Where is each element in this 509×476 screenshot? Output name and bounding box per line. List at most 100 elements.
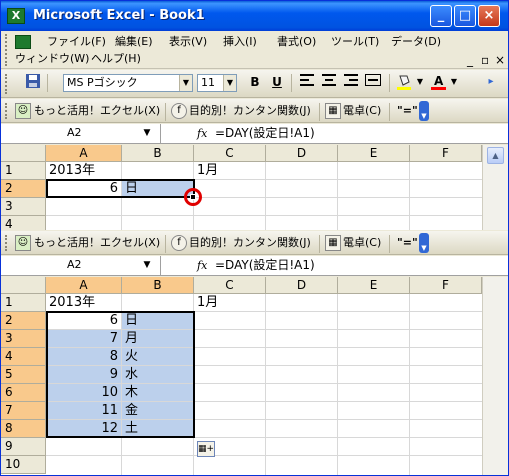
menu-help[interactable]: ヘルプ(H) (91, 52, 141, 66)
row-header[interactable]: 2 (1, 312, 46, 330)
row-header[interactable]: 1 (1, 294, 46, 312)
column-header-b[interactable]: B (122, 145, 194, 162)
save-icon[interactable] (23, 73, 43, 91)
name-box[interactable]: A2 (1, 124, 161, 143)
toolbar-separator (389, 103, 390, 121)
vertical-scrollbar[interactable] (482, 277, 508, 475)
formula-input[interactable]: =DAY(設定日!A1) (215, 256, 315, 275)
row-header[interactable]: 10 (1, 456, 46, 474)
chevron-down-icon[interactable]: ▼ (223, 75, 236, 91)
excel-helper-icon: ☺ (15, 103, 31, 119)
toolbar-grip[interactable] (5, 103, 8, 119)
menu-tools[interactable]: ツール(T) (331, 35, 379, 49)
calculator-button[interactable]: 電卓(C) (343, 235, 381, 251)
toolbar-grip[interactable] (5, 74, 8, 94)
name-box[interactable]: A2 (1, 256, 161, 275)
menu-insert[interactable]: 挿入(I) (223, 35, 257, 49)
toolbar-options-icon[interactable]: ▼ (419, 101, 429, 121)
autofill-options-icon[interactable]: ▦+ (197, 441, 215, 457)
calculator-icon: ▦ (325, 103, 341, 119)
font-color-icon[interactable]: A (429, 73, 449, 91)
excel-use-button[interactable]: もっと活用！エクセル(X) (34, 103, 160, 119)
chevron-down-icon[interactable]: ▼ (415, 73, 425, 91)
chevron-down-icon[interactable]: ▼ (139, 256, 155, 275)
function-helper-button[interactable]: 目的別！カンタン関数(J) (189, 235, 311, 251)
font-name-select[interactable]: MS Pゴシック ▼ (63, 74, 193, 92)
toolbar-grip[interactable] (5, 235, 8, 251)
column-header-e[interactable]: E (338, 145, 410, 162)
cell-a1[interactable]: 2013年 (46, 162, 196, 180)
maximize-button[interactable]: □ (454, 5, 476, 27)
column-header-a[interactable]: A (46, 145, 122, 162)
row-header[interactable]: 4 (1, 216, 46, 230)
vertical-scrollbar[interactable]: ▲ (482, 145, 508, 230)
row-header[interactable]: 3 (1, 330, 46, 348)
menu-window[interactable]: ウィンドウ(W) (15, 52, 89, 66)
fill-color-icon[interactable] (395, 73, 415, 91)
bold-button[interactable]: B (245, 73, 265, 91)
excel-use-button[interactable]: もっと活用！エクセル(X) (34, 235, 160, 251)
toolbar-options-icon[interactable]: ▸ (481, 73, 501, 91)
function-icon[interactable]: fx (197, 256, 207, 275)
chevron-down-icon[interactable]: ▼ (139, 124, 155, 143)
function-icon: f (171, 235, 187, 251)
cell-c1[interactable]: 1月 (194, 162, 266, 180)
column-header-a[interactable]: A (46, 277, 122, 294)
formula-input[interactable]: =DAY(設定日!A1) (215, 124, 315, 143)
underline-button[interactable]: U (267, 73, 287, 91)
equals-button[interactable]: "=" (397, 103, 418, 119)
column-header-c[interactable]: C (194, 277, 266, 294)
menu-format[interactable]: 書式(O) (277, 35, 316, 49)
close-button[interactable]: × (478, 5, 500, 27)
column-header-d[interactable]: D (266, 277, 338, 294)
row-header[interactable]: 1 (1, 162, 46, 180)
function-helper-button[interactable]: 目的別！カンタン関数(J) (189, 103, 311, 119)
calculator-button[interactable]: 電卓(C) (343, 103, 381, 119)
menu-data[interactable]: データ(D) (391, 35, 441, 49)
row-header[interactable]: 9 (1, 438, 46, 456)
select-all-corner[interactable] (1, 145, 46, 162)
align-right-icon[interactable] (341, 73, 361, 91)
row-header[interactable]: 5 (1, 366, 46, 384)
doc-close-button[interactable]: × (495, 53, 505, 67)
title-bar[interactable]: X Microsoft Excel - Book1 _ □ × (1, 1, 508, 31)
align-left-icon[interactable] (297, 73, 317, 91)
doc-minimize-button[interactable]: _ (467, 53, 473, 67)
column-header-f[interactable]: F (410, 145, 482, 162)
chevron-down-icon[interactable]: ▼ (449, 73, 459, 91)
cell-c1[interactable]: 1月 (194, 294, 266, 312)
column-header-b[interactable]: B (122, 277, 194, 294)
row-header[interactable]: 6 (1, 384, 46, 402)
toolbar-separator (319, 235, 320, 253)
column-header-f[interactable]: F (410, 277, 482, 294)
menu-grip[interactable] (5, 34, 8, 66)
column-header-c[interactable]: C (194, 145, 266, 162)
function-icon[interactable]: fx (197, 124, 207, 143)
align-center-icon[interactable] (319, 73, 339, 91)
chevron-down-icon[interactable]: ▼ (179, 75, 192, 91)
row-header[interactable]: 2 (1, 180, 46, 198)
doc-restore-button[interactable]: ▫ (481, 53, 489, 67)
row-header[interactable]: 8 (1, 420, 46, 438)
menu-view[interactable]: 表示(V) (169, 35, 207, 49)
menu-edit[interactable]: 編集(E) (115, 35, 153, 49)
worksheet-bottom[interactable]: A B C D E F 1 2 3 4 5 6 7 8 9 10 2013年 1… (1, 277, 482, 475)
scroll-up-icon[interactable]: ▲ (487, 147, 504, 164)
workbook-icon[interactable] (15, 35, 31, 49)
row-header[interactable]: 7 (1, 402, 46, 420)
row-header[interactable]: 3 (1, 198, 46, 216)
toolbar-options-icon[interactable]: ▼ (419, 233, 429, 253)
gridline (337, 294, 338, 475)
column-header-e[interactable]: E (338, 277, 410, 294)
cell-a1[interactable]: 2013年 (46, 294, 196, 312)
menu-file[interactable]: ファイル(F) (47, 35, 106, 49)
minimize-button[interactable]: _ (430, 5, 452, 27)
column-header-d[interactable]: D (266, 145, 338, 162)
select-all-corner[interactable] (1, 277, 46, 294)
font-size-select[interactable]: 11 ▼ (197, 74, 237, 92)
highlight-circle (184, 188, 202, 206)
equals-button[interactable]: "=" (397, 235, 418, 251)
worksheet-top[interactable]: A B C D E F 1 2 3 4 2013年 1月 6 日 (1, 145, 482, 230)
merge-center-icon[interactable] (363, 73, 383, 91)
row-header[interactable]: 4 (1, 348, 46, 366)
